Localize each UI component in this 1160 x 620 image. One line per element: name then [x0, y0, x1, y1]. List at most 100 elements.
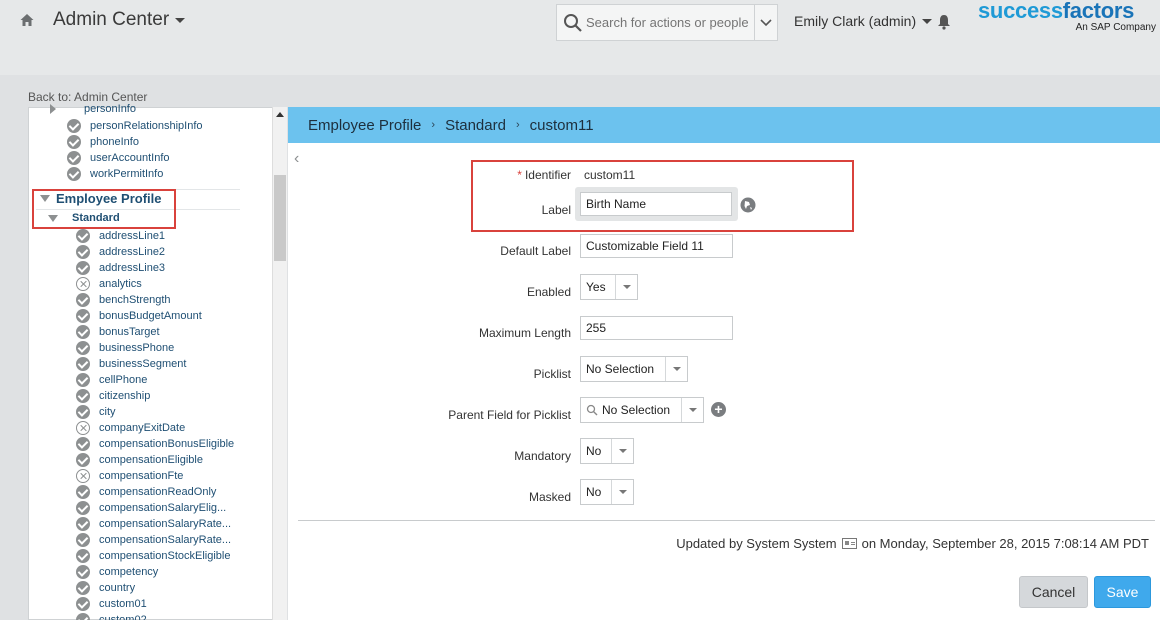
user-menu[interactable]: Emily Clark (admin) — [794, 13, 933, 29]
tree-item-label: benchStrength — [99, 294, 171, 306]
disabled-x-icon — [76, 277, 90, 291]
tree-item-label: phoneInfo — [90, 136, 139, 148]
tree-item[interactable]: compensationSalaryRate... — [76, 532, 231, 548]
home-icon[interactable] — [19, 12, 35, 28]
tree-item-label: bonusBudgetAmount — [99, 310, 202, 322]
enabled-check-icon — [76, 341, 90, 355]
parent-field-select[interactable]: No Selection — [580, 397, 704, 423]
tree-item-label: custom02 — [99, 614, 147, 620]
enabled-select[interactable]: Yes — [580, 274, 638, 300]
tree-item-label: analytics — [99, 278, 142, 290]
tree-scrollbar[interactable] — [272, 107, 287, 620]
tree-item-personinfo[interactable]: personInfo — [50, 103, 136, 115]
tree-item[interactable]: addressLine3 — [76, 260, 165, 276]
chevron-left-icon[interactable]: ‹ — [294, 150, 299, 168]
enabled-check-icon — [76, 565, 90, 579]
breadcrumb-employee-profile[interactable]: Employee Profile — [308, 117, 421, 134]
enabled-check-icon — [76, 453, 90, 467]
tree-item-label: businessPhone — [99, 342, 175, 354]
chevron-down-icon — [760, 18, 772, 26]
add-icon[interactable]: + — [711, 402, 726, 417]
enabled-check-icon — [76, 245, 90, 259]
tree-item-label: compensationSalaryRate... — [99, 518, 232, 530]
default-label-label: Default Label — [500, 244, 571, 258]
tree-item[interactable]: workPermitInfo — [67, 166, 163, 182]
mandatory-select[interactable]: No — [580, 438, 634, 464]
enabled-check-icon — [76, 293, 90, 307]
tree-item[interactable]: bonusTarget — [76, 324, 160, 340]
tree-item[interactable]: compensationEligible — [76, 452, 203, 468]
search-input[interactable] — [584, 15, 754, 30]
tree-item[interactable]: custom02 — [76, 612, 147, 620]
search-icon — [564, 13, 582, 32]
tree-item[interactable]: businessSegment — [76, 356, 186, 372]
enabled-check-icon — [76, 325, 90, 339]
successfactors-logo: successfactors An SAP Company — [978, 0, 1156, 33]
tree-item[interactable]: cellPhone — [76, 372, 147, 388]
tree-item[interactable]: bonusBudgetAmount — [76, 308, 202, 324]
breadcrumb-standard[interactable]: Standard — [445, 117, 506, 134]
tree-item[interactable]: analytics — [76, 276, 142, 292]
cancel-button[interactable]: Cancel — [1019, 576, 1088, 608]
maximum-length-label: Maximum Length — [478, 326, 571, 340]
tree-item-label: competency — [99, 566, 159, 578]
scroll-thumb[interactable] — [274, 175, 286, 261]
tree-item[interactable]: companyExitDate — [76, 420, 185, 436]
chevron-down-icon — [665, 357, 687, 381]
tree-item[interactable]: compensationStockEligible — [76, 548, 230, 564]
maximum-length-input[interactable] — [580, 316, 733, 340]
logo-subtitle: An SAP Company — [1075, 22, 1156, 33]
tree-item[interactable]: competency — [76, 564, 158, 580]
tree-item-label: compensationReadOnly — [99, 486, 217, 498]
breadcrumb-separator-icon: › — [431, 119, 436, 131]
tree-item[interactable]: city — [76, 404, 116, 420]
tree-item-label: addressLine1 — [99, 230, 166, 242]
global-search[interactable] — [556, 4, 778, 41]
enabled-check-icon — [67, 135, 81, 149]
save-button[interactable]: Save — [1094, 576, 1151, 608]
enabled-check-icon — [76, 517, 90, 531]
picklist-select[interactable]: No Selection — [580, 356, 688, 382]
disabled-x-icon — [76, 421, 90, 435]
tree-item[interactable]: country — [76, 580, 135, 596]
chevron-down-icon — [611, 480, 633, 504]
tree-item-label: cellPhone — [99, 374, 148, 386]
tree-item[interactable]: custom01 — [76, 596, 147, 612]
tree-item[interactable]: compensationSalaryRate... — [76, 516, 231, 532]
enabled-check-icon — [67, 151, 81, 165]
breadcrumb: Employee Profile › Standard › custom11 — [288, 107, 1160, 143]
admin-center-menu[interactable]: Admin Center — [53, 9, 186, 31]
top-header: Admin Center Emily Clark (admin) success… — [0, 0, 1160, 75]
scroll-up-arrow-icon[interactable] — [276, 112, 284, 117]
tree-item[interactable]: compensationSalaryElig... — [76, 500, 226, 516]
tree-item[interactable]: compensationBonusEligible — [76, 436, 234, 452]
tree-item[interactable]: businessPhone — [76, 340, 174, 356]
tree-item[interactable]: compensationReadOnly — [76, 484, 216, 500]
masked-select[interactable]: No — [580, 479, 634, 505]
highlight-box-tree — [32, 189, 176, 229]
tree-item[interactable]: citizenship — [76, 388, 150, 404]
back-to-admin-center-link[interactable]: Back to: Admin Center — [28, 90, 147, 104]
user-name: Emily Clark (admin) — [794, 13, 917, 29]
enabled-check-icon — [76, 357, 90, 371]
tree-item[interactable]: benchStrength — [76, 292, 171, 308]
tree-item[interactable]: personRelationshipInfo — [67, 118, 203, 134]
tree-item-label: country — [99, 582, 136, 594]
search-dropdown-button[interactable] — [754, 5, 777, 40]
notification-bell-icon[interactable] — [937, 14, 951, 30]
enabled-check-icon — [76, 581, 90, 595]
highlight-box-form — [471, 160, 854, 232]
tree-item[interactable]: addressLine1 — [76, 228, 165, 244]
admin-center-title: Admin Center — [53, 9, 170, 30]
expand-arrow-icon — [50, 104, 56, 114]
tree-item[interactable]: phoneInfo — [67, 134, 139, 150]
tree-item-label: personRelationshipInfo — [90, 120, 203, 132]
default-label-input[interactable] — [580, 234, 733, 258]
tree-item[interactable]: addressLine2 — [76, 244, 165, 260]
tree-item[interactable]: userAccountInfo — [67, 150, 170, 166]
parent-field-label: Parent Field for Picklist — [448, 408, 571, 422]
chevron-down-icon — [615, 275, 637, 299]
tree-item[interactable]: compensationFte — [76, 468, 183, 484]
enabled-check-icon — [76, 597, 90, 611]
user-card-icon[interactable] — [841, 538, 857, 549]
